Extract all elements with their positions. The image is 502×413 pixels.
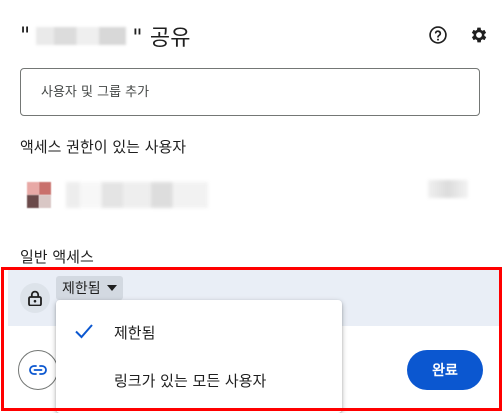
menu-item-restricted[interactable]: 제한됨 <box>56 308 342 356</box>
people-with-access-heading: 액세스 권한이 있는 사용자 <box>20 138 187 156</box>
title-prefix: " <box>20 23 31 49</box>
caret-down-icon <box>106 285 117 291</box>
copy-link-button[interactable] <box>18 350 58 390</box>
check-icon <box>75 324 93 339</box>
link-icon <box>29 365 47 375</box>
help-icon[interactable] <box>426 23 450 47</box>
menu-item-label: 링크가 있는 모든 사용자 <box>114 371 267 390</box>
gear-icon[interactable] <box>467 23 491 47</box>
add-people-input[interactable] <box>39 83 461 101</box>
general-access-dropdown[interactable]: 제한됨 <box>56 276 123 300</box>
done-button[interactable]: 완료 <box>407 350 483 390</box>
menu-item-anyone-with-link[interactable]: 링크가 있는 모든 사용자 <box>56 356 342 404</box>
general-access-selected: 제한됨 <box>62 281 101 297</box>
lock-icon <box>20 283 50 313</box>
general-access-heading: 일반 액세스 <box>20 248 94 266</box>
general-access-menu: 제한됨 링크가 있는 모든 사용자 <box>56 300 342 413</box>
redacted-user-name <box>66 182 208 208</box>
redacted-file-name <box>36 27 127 45</box>
redacted-user-role <box>428 180 468 198</box>
add-people-field[interactable] <box>20 68 480 116</box>
dialog-title: " " 공유 <box>20 18 191 54</box>
menu-item-label: 제한됨 <box>114 323 156 342</box>
avatar <box>27 182 51 208</box>
title-suffix: " 공유 <box>132 26 191 51</box>
